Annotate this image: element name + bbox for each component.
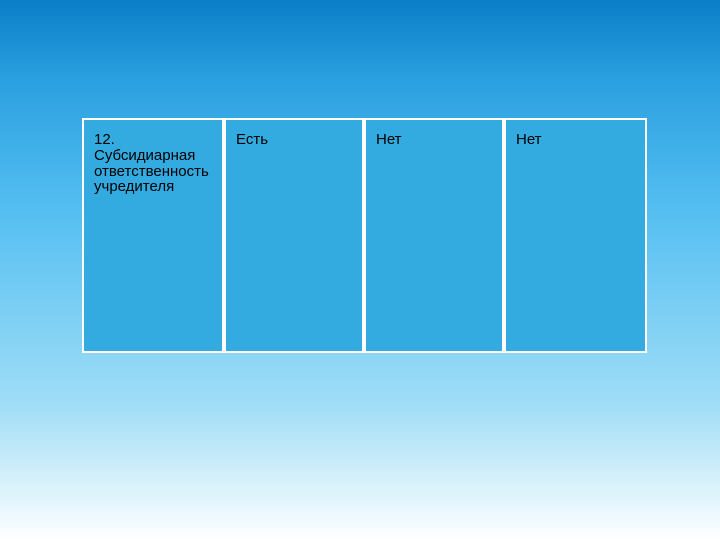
comparison-table: 12. Субсидиарная ответственность учредит… [82,118,647,353]
row-label-cell: 12. Субсидиарная ответственность учредит… [82,118,224,353]
col3-value: Нет [516,131,542,148]
col3-cell: Нет [504,118,647,353]
col1-value: Есть [236,131,268,148]
row-label: 12. Субсидиарная ответственность учредит… [94,132,212,195]
col2-value: Нет [376,131,402,148]
col2-cell: Нет [364,118,504,353]
col1-cell: Есть [224,118,364,353]
